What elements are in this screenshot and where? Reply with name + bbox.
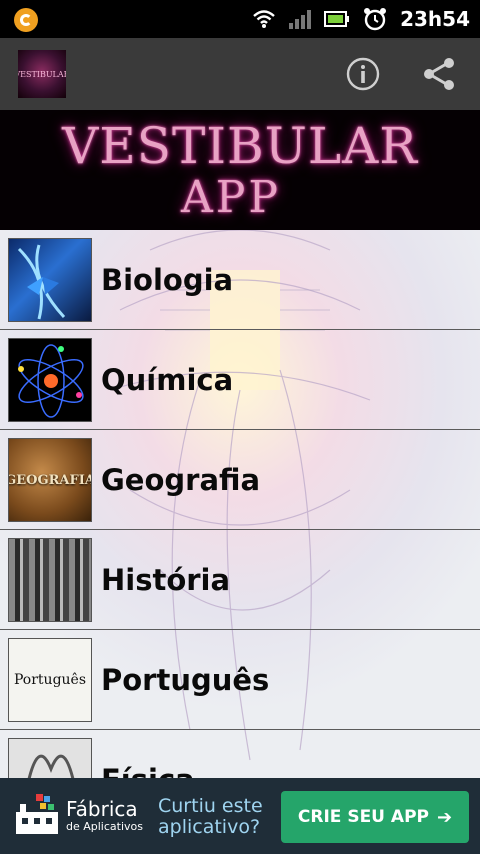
ad-prompt: Curtiu este aplicativo? <box>158 795 263 838</box>
subject-label: Português <box>101 663 270 697</box>
subject-label: Física <box>101 730 195 778</box>
share-icon <box>424 58 454 90</box>
ad-banner[interactable]: Fábrica de Aplicativos Curtiu este aplic… <box>0 778 480 854</box>
ad-brand-sub: de Aplicativos <box>66 819 143 833</box>
battery-icon <box>324 11 350 27</box>
subject-label: História <box>101 563 231 597</box>
physics-thumbnail <box>8 738 92 778</box>
status-time: 23h54 <box>400 7 470 31</box>
alarm-icon <box>364 8 387 31</box>
subject-item-geografia[interactable]: GEOGRAFIA Geografia <box>0 430 480 530</box>
notification-icon <box>14 8 38 32</box>
create-app-button[interactable]: CRIE SEU APP ➔ <box>281 791 469 843</box>
share-button[interactable] <box>419 54 459 94</box>
geography-thumbnail-text: GEOGRAFIA <box>8 472 92 488</box>
info-icon <box>346 57 380 91</box>
portuguese-thumbnail: Português <box>8 638 92 722</box>
wifi-icon <box>253 10 275 28</box>
status-bar: 23h54 <box>0 0 480 38</box>
banner-title: VESTIBULAR <box>62 117 418 175</box>
subject-label: Biologia <box>101 263 234 297</box>
ad-logo: Fábrica de Aplicativos <box>14 792 143 838</box>
banner-subtitle: APP <box>181 172 281 223</box>
arrow-right-icon: ➔ <box>436 806 453 828</box>
history-thumbnail <box>8 538 92 622</box>
subject-label: Geografia <box>101 463 261 497</box>
chemistry-thumbnail <box>8 338 92 422</box>
create-app-label: CRIE SEU APP <box>297 807 429 827</box>
action-bar: VESTIBULAR <box>0 38 480 110</box>
geography-thumbnail: GEOGRAFIA <box>8 438 92 522</box>
subject-list: Biologia Química GEOGRAFIA Geografia His… <box>0 230 480 778</box>
subject-item-portugues[interactable]: Português Português <box>0 630 480 730</box>
app-logo[interactable]: VESTIBULAR <box>18 50 66 98</box>
subject-item-quimica[interactable]: Química <box>0 330 480 430</box>
subject-item-fisica[interactable]: Física <box>0 730 480 778</box>
biology-thumbnail <box>8 238 92 322</box>
ad-brand-name: Fábrica <box>66 796 138 821</box>
subject-list-container[interactable]: Biologia Química GEOGRAFIA Geografia His… <box>0 230 480 778</box>
subject-label: Química <box>101 363 234 397</box>
portuguese-thumbnail-text: Português <box>13 672 87 688</box>
app-logo-text: VESTIBULAR <box>18 69 66 79</box>
signal-icon <box>289 10 312 29</box>
factory-logo-icon <box>16 794 58 834</box>
app-banner: VESTIBULAR APP <box>0 110 480 230</box>
subject-item-biologia[interactable]: Biologia <box>0 230 480 330</box>
info-button[interactable] <box>343 54 383 94</box>
subject-item-historia[interactable]: História <box>0 530 480 630</box>
